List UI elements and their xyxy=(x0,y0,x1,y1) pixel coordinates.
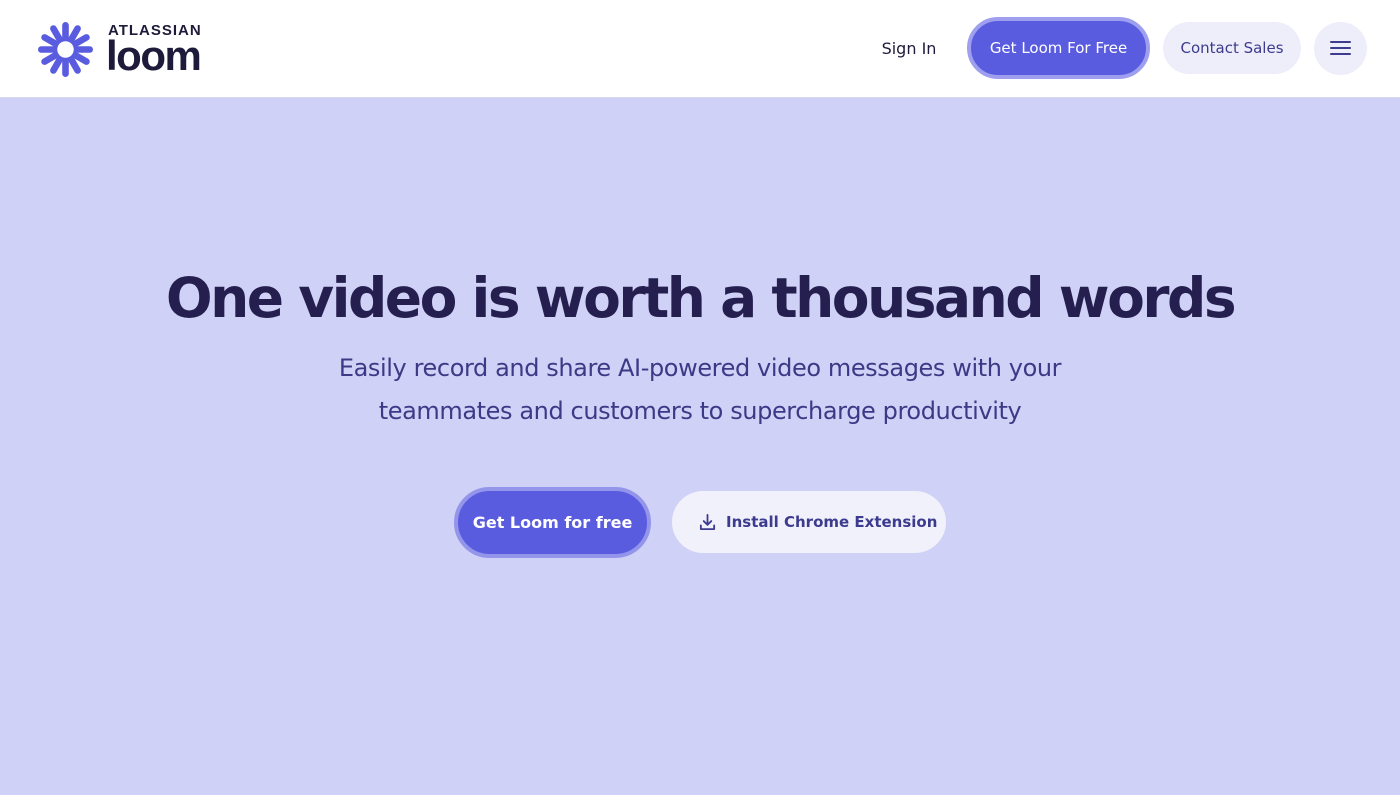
hamburger-menu-icon xyxy=(1330,40,1351,57)
download-icon xyxy=(699,513,716,531)
contact-sales-button[interactable]: Contact Sales xyxy=(1163,22,1301,74)
loom-burst-icon xyxy=(38,22,93,77)
hero-subtitle: Easily record and share AI-powered video… xyxy=(300,347,1100,433)
hero-title: One video is worth a thousand words xyxy=(165,266,1237,330)
get-loom-free-hero-button[interactable]: Get Loom for free xyxy=(454,487,651,558)
hero-subtitle-line-2: teammates and customers to supercharge p… xyxy=(378,397,1022,425)
get-loom-free-nav-button[interactable]: Get Loom For Free xyxy=(967,17,1150,79)
sign-in-link[interactable]: Sign In xyxy=(866,30,952,68)
site-header: ATLASSIAN loom Sign In Get Loom For Free… xyxy=(0,0,1400,98)
loom-logo[interactable]: ATLASSIAN loom xyxy=(38,20,218,78)
install-chrome-extension-button[interactable]: Install Chrome Extension xyxy=(672,491,946,553)
logo-product-text: loom xyxy=(106,32,202,79)
menu-button[interactable] xyxy=(1314,22,1367,75)
hero-subtitle-line-1: Easily record and share AI-powered video… xyxy=(338,354,1062,382)
install-chrome-extension-label: Install Chrome Extension xyxy=(726,513,938,531)
